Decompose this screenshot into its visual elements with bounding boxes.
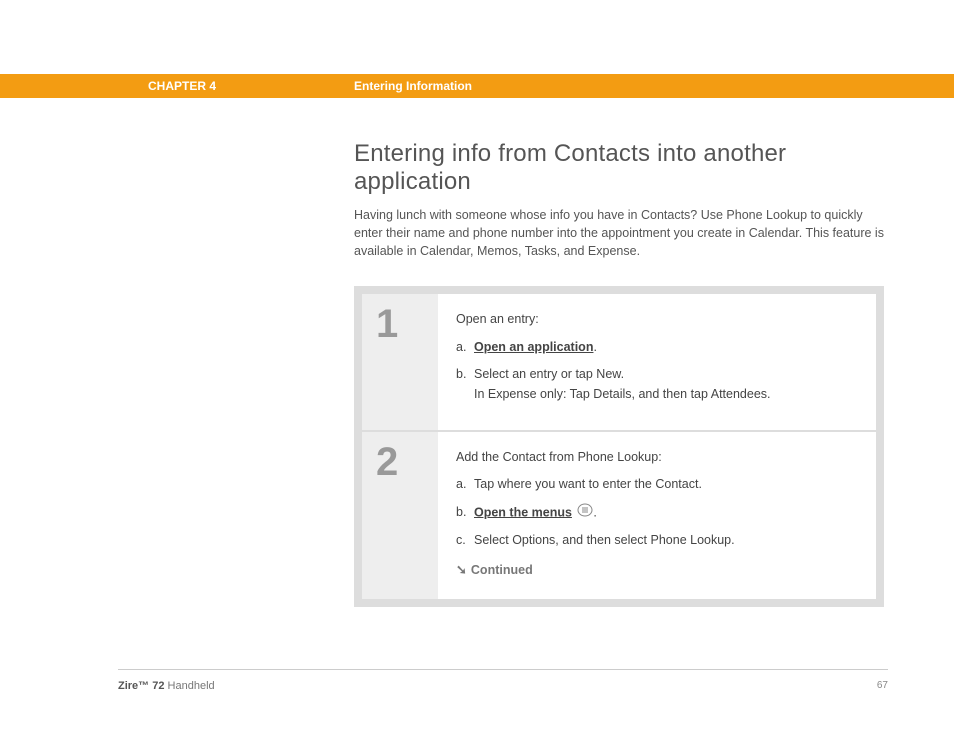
continued-arrow-icon: ➘ bbox=[456, 560, 467, 580]
menu-icon bbox=[577, 503, 593, 523]
substep-letter: b. bbox=[456, 503, 466, 522]
section-label: Entering Information bbox=[354, 79, 472, 93]
substep-letter: a. bbox=[456, 338, 466, 357]
step-number: 1 bbox=[362, 294, 438, 430]
step-2: 2 Add the Contact from Phone Lookup: a. … bbox=[362, 430, 876, 599]
punct: . bbox=[593, 505, 596, 519]
footer-product-name: Zire™ 72 bbox=[118, 680, 164, 692]
step-intro-text: Open an entry: bbox=[456, 310, 858, 329]
substep-text: Select Options, and then select Phone Lo… bbox=[474, 533, 735, 547]
substep-text: Tap where you want to enter the Contact. bbox=[474, 477, 702, 491]
intro-paragraph: Having lunch with someone whose info you… bbox=[354, 206, 884, 260]
main-content: Entering info from Contacts into another… bbox=[354, 140, 884, 607]
footer: Zire™ 72 Handheld bbox=[118, 680, 888, 692]
substep-2b: b. Open the menus . bbox=[456, 503, 858, 523]
footer-divider bbox=[118, 669, 888, 670]
step-intro-text: Add the Contact from Phone Lookup: bbox=[456, 448, 858, 467]
continued-indicator: ➘ Continued bbox=[456, 560, 858, 580]
step-body: Open an entry: a. Open an application. b… bbox=[438, 294, 876, 430]
substep-letter: b. bbox=[456, 365, 466, 384]
open-menus-link[interactable]: Open the menus bbox=[474, 505, 572, 519]
substep-1b: b. Select an entry or tap New. In Expens… bbox=[456, 365, 858, 404]
page-number: 67 bbox=[877, 680, 888, 691]
substep-text: Select an entry or tap New. bbox=[474, 367, 624, 381]
step-number: 2 bbox=[362, 432, 438, 599]
chapter-label: CHAPTER 4 bbox=[148, 79, 216, 93]
substep-1a: a. Open an application. bbox=[456, 338, 858, 357]
open-application-link[interactable]: Open an application bbox=[474, 340, 593, 354]
substep-2c: c. Select Options, and then select Phone… bbox=[456, 531, 858, 550]
continued-label: Continued bbox=[471, 563, 533, 577]
page-heading: Entering info from Contacts into another… bbox=[354, 140, 884, 196]
header-bar: CHAPTER 4 Entering Information bbox=[0, 74, 954, 98]
footer-product-type: Handheld bbox=[168, 680, 215, 692]
substep-2a: a. Tap where you want to enter the Conta… bbox=[456, 475, 858, 494]
steps-container: 1 Open an entry: a. Open an application.… bbox=[354, 286, 884, 606]
substep-text-line2: In Expense only: Tap Details, and then t… bbox=[474, 385, 858, 404]
substep-letter: c. bbox=[456, 531, 466, 550]
step-1: 1 Open an entry: a. Open an application.… bbox=[362, 294, 876, 430]
punct: . bbox=[593, 340, 596, 354]
substep-letter: a. bbox=[456, 475, 466, 494]
step-body: Add the Contact from Phone Lookup: a. Ta… bbox=[438, 432, 876, 599]
